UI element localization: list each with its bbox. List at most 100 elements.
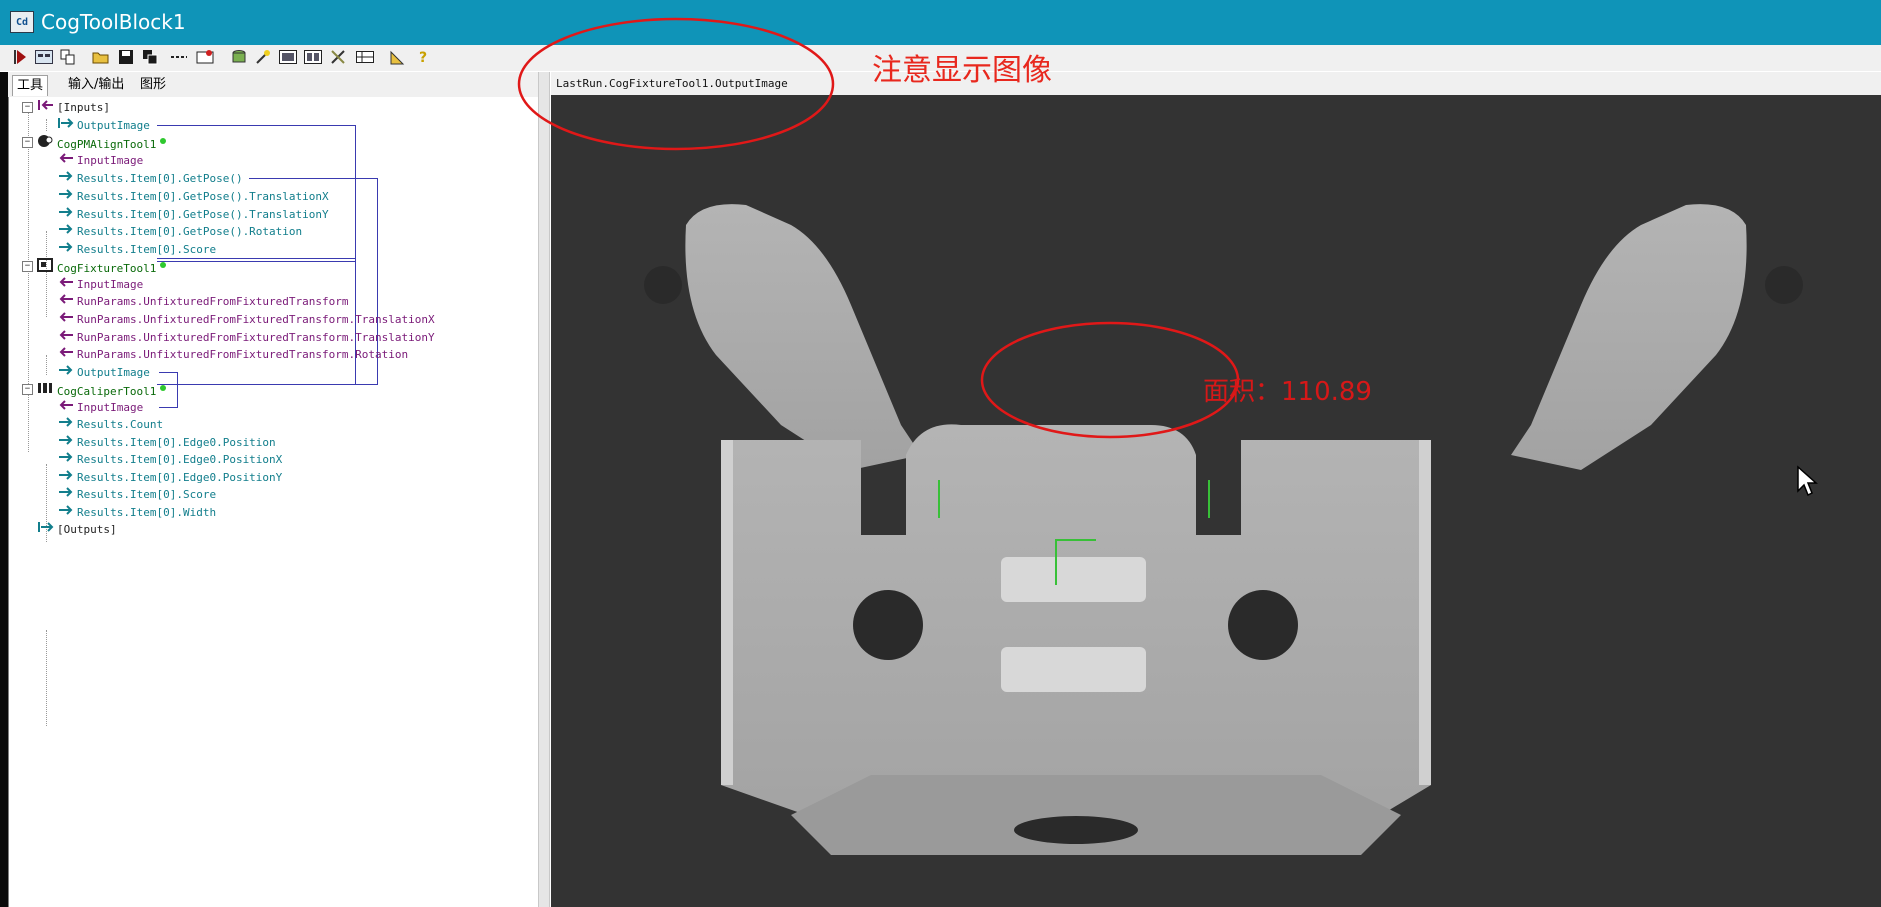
output-arrow-icon [57, 207, 75, 221]
input-arrow-icon [57, 330, 75, 344]
tree-node-caliper-output[interactable]: Results.Item[0].Edge0.PositionY [57, 469, 282, 485]
save-as-icon[interactable] [141, 48, 159, 66]
tree-node-caliper-tool[interactable]: CogCaliperTool1 [37, 381, 167, 398]
tree-node-pm-output[interactable]: Results.Item[0].GetPose().Rotation [57, 223, 302, 239]
pane-splitter[interactable] [538, 72, 550, 907]
tree-node-caliper-input[interactable]: InputImage [57, 399, 143, 415]
output-arrow-icon [57, 365, 75, 379]
tree-node-label: InputImage [77, 401, 144, 414]
tree-node-fixture-input[interactable]: InputImage [57, 276, 143, 292]
fixture-tool-icon [37, 258, 55, 275]
inputs-arrow-icon [37, 100, 55, 114]
tree-node-pm-output[interactable]: Results.Item[0].Score [57, 241, 216, 257]
collapse-inputs-icon[interactable]: − [22, 102, 33, 113]
tree-node-label: Results.Item[0].Edge0.PositionY [77, 471, 283, 484]
input-arrow-icon [57, 312, 75, 326]
image-icon[interactable] [279, 48, 297, 66]
tree-node-pm-output[interactable]: Results.Item[0].GetPose().TranslationX [57, 188, 329, 204]
open-icon[interactable] [92, 48, 110, 66]
tree-node-label: OutputImage [77, 366, 150, 379]
output-arrow-icon [57, 452, 75, 466]
image-display[interactable] [551, 95, 1881, 907]
image2-icon[interactable] [304, 48, 322, 66]
input-arrow-icon [57, 400, 75, 414]
tree-node-pm-output[interactable]: Results.Item[0].GetPose() [57, 170, 243, 186]
grid-icon[interactable] [35, 48, 53, 66]
ruler-icon[interactable] [390, 48, 408, 66]
tree-node-caliper-output[interactable]: Results.Count [57, 416, 163, 432]
tree-node-fixture-output[interactable]: OutputImage [57, 364, 150, 380]
copy-icon[interactable] [59, 48, 77, 66]
save-icon[interactable] [117, 48, 135, 66]
area-result-label: 面积：110.89 [1203, 377, 1372, 407]
tree-guide [46, 355, 47, 375]
tools-icon[interactable] [330, 48, 348, 66]
tree-node-label: [Outputs] [57, 523, 117, 536]
image-display-header: LastRun.CogFixtureTool1.OutputImage [551, 72, 1881, 95]
collapse-fixture-icon[interactable]: − [22, 261, 33, 272]
record-icon[interactable] [196, 48, 214, 66]
tree-node-label: Results.Item[0].GetPose().Rotation [77, 225, 303, 238]
input-arrow-icon [57, 277, 75, 291]
tree-node-label: InputImage [77, 278, 144, 291]
tree-node-caliper-output[interactable]: Results.Item[0].Edge0.Position [57, 434, 276, 450]
output-arrow-icon [57, 470, 75, 484]
tree-node-pm-input[interactable]: InputImage [57, 152, 143, 168]
tree-node-label: CogPMAlignTool1 [57, 138, 157, 151]
output-arrow-icon [57, 417, 75, 431]
tab-graphics[interactable]: 图形 [136, 75, 170, 95]
tab-tools[interactable]: 工具 [12, 75, 49, 96]
image-caption: LastRun.CogFixtureTool1.OutputImage [556, 77, 788, 90]
caliper-tool-icon [37, 383, 55, 398]
tree-node-fixture-tool[interactable]: CogFixtureTool1 [37, 258, 167, 275]
tree-node-label: CogCaliperTool1 [57, 385, 157, 398]
tree-node-caliper-output[interactable]: Results.Item[0].Edge0.PositionX [57, 451, 282, 467]
tab-io[interactable]: 输入/输出 [64, 75, 128, 95]
output-arrow-icon [57, 242, 75, 256]
database-icon[interactable] [230, 48, 248, 66]
outputs-arrow-icon [37, 522, 55, 536]
collapse-caliper-icon[interactable]: − [22, 384, 33, 395]
tree-guide [46, 119, 47, 131]
status-dot-icon [160, 138, 167, 144]
dashed-icon[interactable] [170, 48, 188, 66]
tree-node-label: Results.Item[0].GetPose().TranslationY [77, 208, 329, 221]
output-arrow-icon [57, 224, 75, 238]
tree-guide [46, 630, 47, 726]
tree-node-fixture-input[interactable]: RunParams.UnfixturedFromFixturedTransfor… [57, 293, 349, 309]
tree-node-fixture-input[interactable]: RunParams.UnfixturedFromFixturedTransfor… [57, 311, 435, 327]
tree-node-label: RunParams.UnfixturedFromFixturedTransfor… [77, 313, 435, 326]
wand-icon[interactable] [254, 48, 272, 66]
tree-node-inputs[interactable]: [Inputs] [37, 99, 110, 115]
tab-strip: 工具 输入/输出 图形 [0, 72, 545, 98]
tree-node-caliper-output[interactable]: Results.Item[0].Width [57, 504, 216, 520]
tree-guide [28, 107, 29, 452]
tree-node-inputs-outputimage[interactable]: OutputImage [57, 117, 150, 133]
tree-node-caliper-output[interactable]: Results.Item[0].Score [57, 486, 216, 502]
run-icon[interactable] [12, 48, 30, 66]
collapse-pmalign-icon[interactable]: − [22, 137, 33, 148]
tree-node-fixture-input[interactable]: RunParams.UnfixturedFromFixturedTransfor… [57, 329, 435, 345]
title-bar: Cd CogToolBlock1 [0, 0, 1881, 45]
tree-node-label: [Inputs] [57, 101, 110, 114]
pmalign-tool-icon [37, 135, 55, 151]
tree-node-fixture-input[interactable]: RunParams.UnfixturedFromFixturedTransfor… [57, 346, 408, 362]
tree-node-label: Results.Item[0].GetPose().TranslationX [77, 190, 329, 203]
tree-node-label: CogFixtureTool1 [57, 262, 157, 275]
tree-node-pm-output[interactable]: Results.Item[0].GetPose().TranslationY [57, 206, 329, 222]
status-dot-icon [160, 262, 167, 268]
help-icon[interactable]: ? [415, 48, 433, 66]
annotation-note: 注意显示图像 [872, 53, 1052, 88]
output-arrow-icon [57, 505, 75, 519]
svg-text:?: ? [419, 50, 427, 65]
tree-node-label: RunParams.UnfixturedFromFixturedTransfor… [77, 331, 435, 344]
input-arrow-icon [57, 153, 75, 167]
tree-node-pmalign-tool[interactable]: CogPMAlignTool1 [37, 134, 167, 151]
tree-node-label: Results.Count [77, 418, 164, 431]
app-icon: Cd [10, 11, 34, 33]
table-icon[interactable] [356, 48, 374, 66]
tool-tree[interactable]: − [Inputs] OutputImage − CogPMAlignTool1… [8, 97, 539, 907]
tree-node-outputs[interactable]: [Outputs] [37, 521, 117, 537]
tree-node-label: Results.Item[0].Score [77, 243, 217, 256]
tree-node-label: Results.Item[0].Edge0.PositionX [77, 453, 283, 466]
